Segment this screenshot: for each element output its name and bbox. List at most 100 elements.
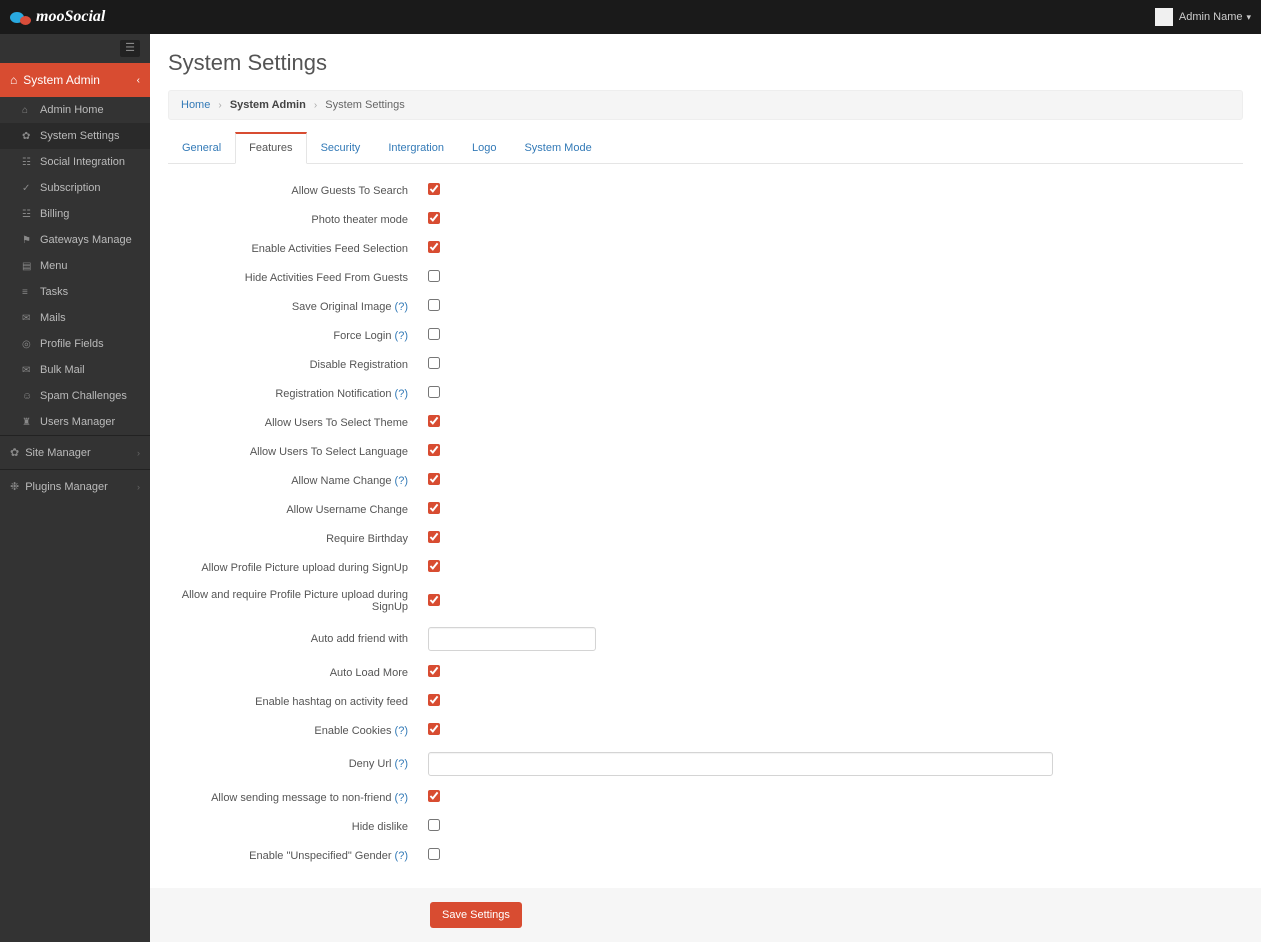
setting-checkbox[interactable] <box>428 299 440 311</box>
setting-checkbox[interactable] <box>428 694 440 706</box>
user-menu[interactable]: Admin Name ▾ <box>1155 8 1251 26</box>
form-label: Enable hashtag on activity feed <box>168 696 428 708</box>
tab-features[interactable]: Features <box>235 132 306 164</box>
tab-security[interactable]: Security <box>307 132 375 164</box>
tab-integration[interactable]: Intergration <box>374 132 458 164</box>
tab-system-mode[interactable]: System Mode <box>510 132 605 164</box>
form-label: Auto Load More <box>168 667 428 679</box>
form-row: Enable Cookies (?) <box>168 716 1243 745</box>
topbar: mooSocial Admin Name ▾ <box>0 0 1261 34</box>
sidebar-item[interactable]: ✉ Bulk Mail <box>0 357 150 383</box>
form-control <box>428 531 440 546</box>
plugin-icon: ❉ <box>10 481 19 493</box>
help-hint[interactable]: (?) <box>395 758 408 770</box>
help-hint[interactable]: (?) <box>395 388 408 400</box>
help-hint[interactable]: (?) <box>395 792 408 804</box>
sidebar-toggle[interactable]: ☰ <box>0 34 150 63</box>
setting-checkbox[interactable] <box>428 212 440 224</box>
help-hint[interactable]: (?) <box>395 301 408 313</box>
setting-text-input[interactable] <box>428 627 596 651</box>
sidebar-item[interactable]: ☷Social Integration <box>0 149 150 175</box>
form-row: Require Birthday <box>168 524 1243 553</box>
form-label: Photo theater mode <box>168 214 428 226</box>
setting-checkbox[interactable] <box>428 665 440 677</box>
setting-checkbox[interactable] <box>428 415 440 427</box>
form-row: Enable "Unspecified" Gender (?) <box>168 841 1243 870</box>
brand-logo[interactable]: mooSocial <box>10 8 105 26</box>
sidebar-item-label: Gateways Manage <box>40 234 132 246</box>
menu-icon: ✉ <box>22 365 34 376</box>
sidebar-item-label: Spam Challenges <box>40 390 127 402</box>
form-control <box>428 357 440 372</box>
tab-general[interactable]: General <box>168 132 235 164</box>
sidebar-item-label: Users Manager <box>40 416 115 428</box>
setting-checkbox[interactable] <box>428 241 440 253</box>
breadcrumb: Home › System Admin › System Settings <box>168 90 1243 120</box>
sidebar-group-plugins-manager[interactable]: ❉Plugins Manager › <box>0 469 150 503</box>
sidebar-item[interactable]: ▤Menu <box>0 253 150 279</box>
chevron-right-icon: › <box>137 448 140 458</box>
setting-checkbox[interactable] <box>428 848 440 860</box>
setting-checkbox[interactable] <box>428 790 440 802</box>
form-control <box>428 444 440 459</box>
form-row: Auto add friend with <box>168 620 1243 658</box>
sidebar-item[interactable]: ≡Tasks <box>0 279 150 305</box>
sidebar-item[interactable]: ◎Profile Fields <box>0 331 150 357</box>
help-hint[interactable]: (?) <box>395 725 408 737</box>
setting-checkbox[interactable] <box>428 819 440 831</box>
setting-checkbox[interactable] <box>428 473 440 485</box>
sidebar-item-label: Social Integration <box>40 156 125 168</box>
form-row: Allow Profile Picture upload during Sign… <box>168 553 1243 582</box>
menu-icon: ▤ <box>22 261 34 272</box>
sidebar-item-label: Bulk Mail <box>40 364 85 376</box>
sidebar-item[interactable]: ☺Spam Challenges <box>0 383 150 409</box>
setting-text-input[interactable] <box>428 752 1053 776</box>
setting-checkbox[interactable] <box>428 328 440 340</box>
sidebar-group-site-manager[interactable]: ✿Site Manager › <box>0 435 150 469</box>
form-label: Allow Name Change (?) <box>168 475 428 487</box>
sidebar-item[interactable]: ✿System Settings <box>0 123 150 149</box>
setting-checkbox[interactable] <box>428 183 440 195</box>
setting-checkbox[interactable] <box>428 560 440 572</box>
sidebar-group-system-admin[interactable]: ⌂System Admin ‹ <box>0 63 150 97</box>
form-label: Allow Username Change <box>168 504 428 516</box>
setting-checkbox[interactable] <box>428 502 440 514</box>
breadcrumb-system-admin: System Admin <box>230 99 306 111</box>
form-label: Enable "Unspecified" Gender (?) <box>168 850 428 862</box>
sidebar-item[interactable]: ⌂Admin Home <box>0 97 150 123</box>
form-label: Allow Profile Picture upload during Sign… <box>168 562 428 574</box>
tab-logo[interactable]: Logo <box>458 132 510 164</box>
setting-checkbox[interactable] <box>428 594 440 606</box>
breadcrumb-home[interactable]: Home <box>181 99 210 111</box>
sidebar-item-label: Tasks <box>40 286 68 298</box>
setting-checkbox[interactable] <box>428 444 440 456</box>
form-control <box>428 594 440 609</box>
form-row: Hide dislike <box>168 812 1243 841</box>
form-control <box>428 819 440 834</box>
form-control <box>428 270 440 285</box>
setting-checkbox[interactable] <box>428 386 440 398</box>
sidebar-item[interactable]: ☳Billing <box>0 201 150 227</box>
user-name: Admin Name <box>1179 11 1243 23</box>
setting-checkbox[interactable] <box>428 531 440 543</box>
setting-checkbox[interactable] <box>428 723 440 735</box>
form-control <box>428 627 596 651</box>
setting-checkbox[interactable] <box>428 357 440 369</box>
help-hint[interactable]: (?) <box>395 475 408 487</box>
sidebar-item[interactable]: ✉Mails <box>0 305 150 331</box>
home-icon: ⌂ <box>10 73 17 87</box>
help-hint[interactable]: (?) <box>395 850 408 862</box>
setting-checkbox[interactable] <box>428 270 440 282</box>
main-content: System Settings Home › System Admin › Sy… <box>150 34 1261 942</box>
form-row: Save Original Image (?) <box>168 292 1243 321</box>
form-row: Registration Notification (?) <box>168 379 1243 408</box>
help-hint[interactable]: (?) <box>395 330 408 342</box>
sidebar-item[interactable]: ♜ Users Manager <box>0 409 150 435</box>
form-control <box>428 241 440 256</box>
menu-icon: ✿ <box>22 131 34 142</box>
sidebar-item[interactable]: ⚑Gateways Manage <box>0 227 150 253</box>
sidebar-item[interactable]: ✓Subscription <box>0 175 150 201</box>
form-label: Enable Activities Feed Selection <box>168 243 428 255</box>
menu-icon: ♜ <box>22 417 34 428</box>
save-button[interactable]: Save Settings <box>430 902 522 928</box>
